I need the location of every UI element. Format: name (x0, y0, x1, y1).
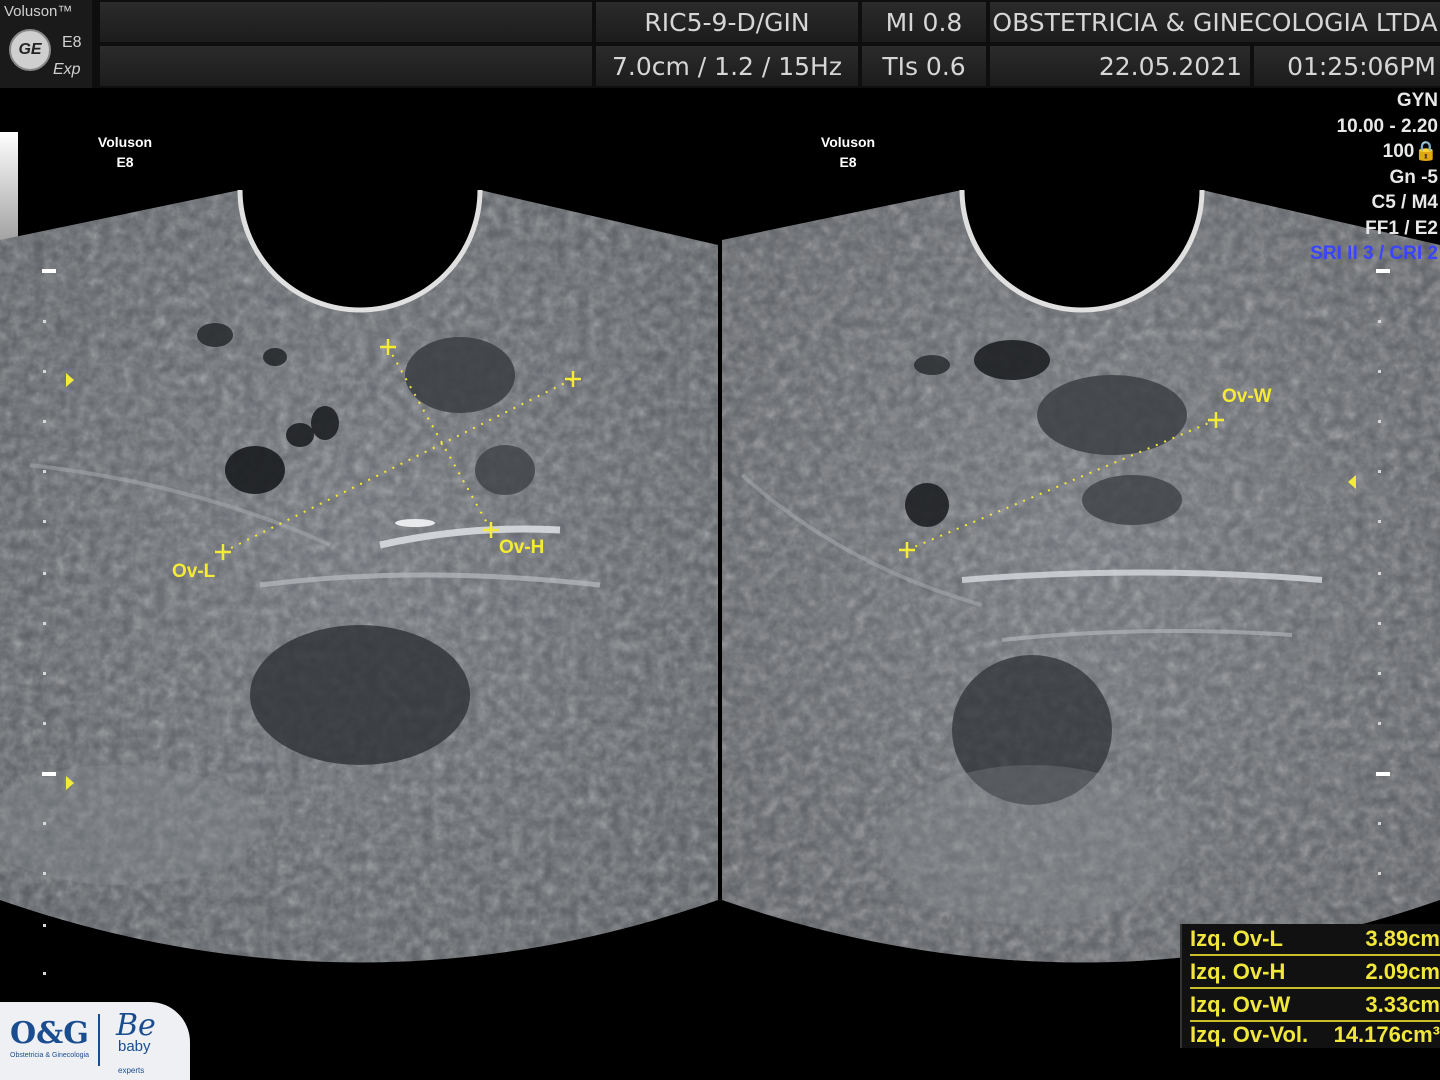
settings-panel: GYN 10.00 - 2.20 100🔒 Gn -5 C5 / M4 FF1 … (1310, 88, 1438, 267)
measurement-value: 14.176cm³ (1333, 1022, 1440, 1047)
time-label: 01:25:06PM (1254, 46, 1440, 86)
left-image-brand: Voluson E8 (97, 134, 153, 170)
experts-logo-text: experts (118, 1066, 145, 1075)
og-logo-text: O&G (10, 1016, 89, 1051)
ge-logo-icon: GE (9, 29, 51, 71)
header-bar: Voluson™ GE E8 Exp RIC5-9-D/GIN MI 0.8 O… (0, 0, 1440, 88)
marker-ov-w: Ov-W (1222, 386, 1272, 407)
right-image-brand: Voluson E8 (820, 134, 876, 170)
logo-divider (98, 1014, 100, 1066)
measurement-label: Izq. Ov-Vol. (1190, 1022, 1309, 1047)
gain-label: Gn -5 (1389, 166, 1438, 188)
measurement-value: 3.89cm (1365, 926, 1440, 951)
ultrasound-image-right[interactable] (722, 185, 1440, 985)
baby-logo-text: baby (118, 1038, 151, 1055)
measurement-label: Izq. Ov-L (1190, 926, 1283, 951)
measurement-row: Izq. Ov-H 2.09cm (1190, 957, 1440, 989)
header-blank-2 (100, 46, 592, 86)
brand-variant: Exp (53, 61, 81, 78)
measurement-row: Izq. Ov-L 3.89cm (1190, 924, 1440, 956)
date-label: 22.05.2021 (990, 46, 1250, 86)
measurement-label: Izq. Ov-H (1190, 959, 1286, 984)
depth-settings-label: 7.0cm / 1.2 / 15Hz (596, 46, 858, 86)
og-logo-subtitle: Obstetricia & Ginecologia (10, 1052, 89, 1059)
ff-label: FF1 / E2 (1365, 217, 1438, 239)
right-ultrasound-fan (722, 189, 1440, 963)
measurement-value: 2.09cm (1365, 959, 1440, 984)
measurement-label: Izq. Ov-W (1190, 992, 1291, 1017)
brand-block: Voluson™ GE E8 Exp (0, 0, 92, 88)
brand-name: Voluson™ (4, 3, 73, 20)
brand-model: E8 (62, 34, 82, 51)
institution-label: OBSTETRICIA & GINECOLOGIA LTDA (990, 2, 1440, 42)
mi-label: MI 0.8 (862, 2, 986, 42)
power-label: 100🔒 (1382, 141, 1438, 162)
marker-ov-l: Ov-L (172, 561, 216, 582)
ultrasound-image-left[interactable] (0, 185, 718, 985)
frequency-label: 10.00 - 2.20 (1336, 115, 1438, 137)
cm-label: C5 / M4 (1371, 192, 1438, 213)
sri-label: SRI II 3 / CRI 2 (1310, 243, 1438, 264)
preset-label: GYN (1396, 90, 1438, 111)
tis-label: TIs 0.6 (862, 46, 986, 86)
measurement-row: Izq. Ov-Vol. 14.176cm³ (1190, 1020, 1440, 1050)
measurements-panel: Izq. Ov-L 3.89cm Izq. Ov-H 2.09cm Izq. O… (1180, 924, 1440, 1048)
header-blank-1 (100, 2, 592, 42)
probe-label: RIC5-9-D/GIN (596, 2, 858, 42)
measurement-value: 3.33cm (1365, 992, 1440, 1017)
clinic-logo: O&G Obstetricia & Ginecologia Be baby ex… (0, 1002, 190, 1080)
measurement-row: Izq. Ov-W 3.33cm (1190, 990, 1440, 1022)
left-ultrasound-fan (0, 189, 718, 963)
marker-ov-h: Ov-H (499, 537, 545, 558)
